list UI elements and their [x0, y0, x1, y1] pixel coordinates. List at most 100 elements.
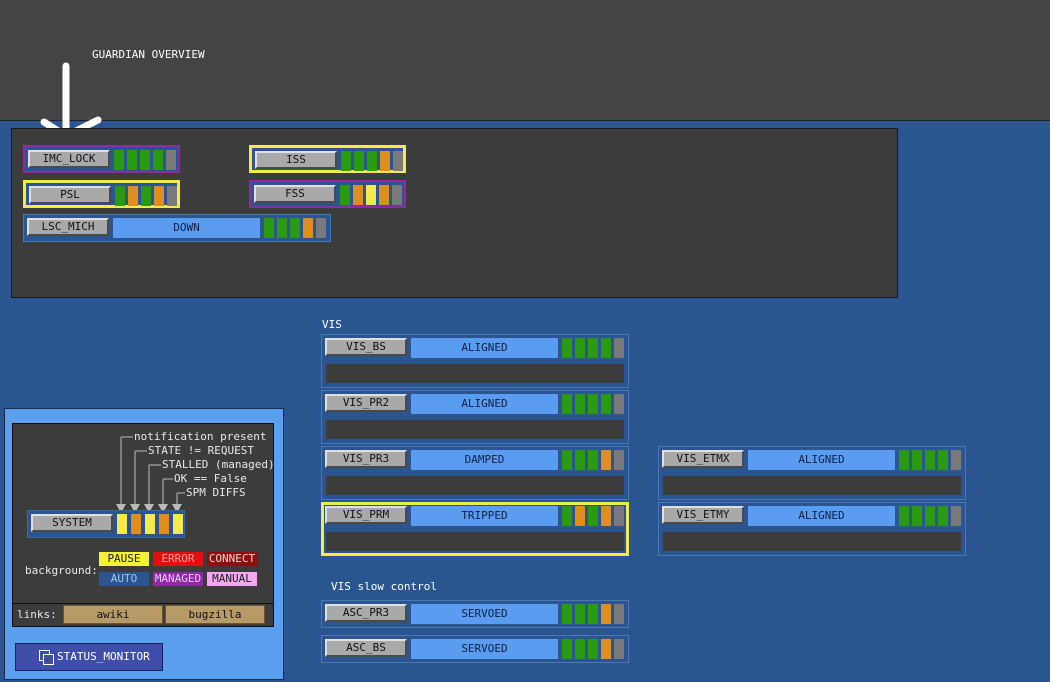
status-indicator	[173, 514, 183, 534]
status-indicator	[588, 604, 598, 624]
node-asc-bs: ASC_BS SERVOED	[321, 635, 629, 663]
status-indicator	[601, 338, 611, 358]
node-button[interactable]: PSL	[29, 186, 111, 204]
background-label: background:	[25, 564, 98, 577]
status-indicator	[614, 604, 624, 624]
status-indicator	[154, 186, 164, 206]
node-button[interactable]: LSC_MICH	[27, 218, 109, 236]
status-indicator	[575, 506, 585, 526]
message-area	[326, 364, 624, 383]
status-indicator	[303, 218, 313, 238]
message-area	[326, 532, 624, 551]
status-indicator	[601, 604, 611, 624]
node-vis-etmy: VIS_ETMY ALIGNED	[658, 502, 966, 556]
status-indicator	[562, 639, 572, 659]
legend-note-state-request: STATE != REQUEST	[148, 444, 254, 457]
bugzilla-link[interactable]: bugzilla	[165, 605, 265, 624]
status-indicator	[588, 639, 598, 659]
state-display: ALIGNED	[411, 394, 558, 414]
legend-note-stalled: STALLED (managed)	[162, 458, 275, 471]
node-button[interactable]: VIS_BS	[325, 338, 407, 356]
status-indicator	[951, 450, 961, 470]
vis-section-label: VIS	[322, 318, 342, 331]
status-indicator	[393, 151, 403, 171]
status-indicator	[938, 450, 948, 470]
status-indicator	[131, 514, 141, 534]
status-indicator	[614, 506, 624, 526]
status-indicator	[588, 450, 598, 470]
status-indicator	[166, 150, 176, 170]
node-imc-lock: IMC_LOCK	[23, 145, 180, 173]
status-indicator	[588, 394, 598, 414]
header-bar: GUARDIAN OVERVIEW	[0, 0, 1050, 121]
node-vis-prm: VIS_PRM TRIPPED	[321, 502, 629, 556]
node-asc-pr3: ASC_PR3 SERVOED	[321, 600, 629, 628]
node-button[interactable]: IMC_LOCK	[28, 150, 110, 168]
status-indicator	[115, 186, 125, 206]
status-monitor-label: STATUS_MONITOR	[57, 650, 150, 663]
status-indicator	[938, 506, 948, 526]
status-indicator	[575, 450, 585, 470]
state-display: DOWN	[113, 218, 260, 238]
status-indicator	[562, 394, 572, 414]
node-button[interactable]: ISS	[255, 151, 337, 169]
status-indicator	[601, 639, 611, 659]
status-indicator	[614, 639, 624, 659]
legend-panel: notification present STATE != REQUEST ST…	[4, 408, 284, 680]
status-indicator	[912, 506, 922, 526]
status-indicator	[588, 506, 598, 526]
system-button[interactable]: SYSTEM	[31, 514, 113, 532]
status-indicator	[562, 604, 572, 624]
node-button[interactable]: VIS_ETMY	[662, 506, 744, 524]
status-indicator	[614, 450, 624, 470]
status-indicator	[392, 185, 402, 205]
status-indicator	[562, 450, 572, 470]
status-indicator	[264, 218, 274, 238]
status-indicator	[925, 450, 935, 470]
status-indicator	[951, 506, 961, 526]
status-monitor-button[interactable]: STATUS_MONITOR	[15, 643, 163, 671]
node-button[interactable]: ASC_PR3	[325, 604, 407, 622]
node-button[interactable]: VIS_PR2	[325, 394, 407, 412]
status-indicator	[128, 186, 138, 206]
node-button[interactable]: FSS	[254, 185, 336, 203]
status-indicator	[316, 218, 326, 238]
page-title: GUARDIAN OVERVIEW	[92, 48, 205, 61]
status-indicator	[899, 450, 909, 470]
legend-note-notification: notification present	[134, 430, 267, 443]
node-button[interactable]: VIS_PRM	[325, 506, 407, 524]
status-indicator	[575, 639, 585, 659]
window-icon	[39, 650, 54, 665]
node-vis-pr3: VIS_PR3 DAMPED	[321, 446, 629, 500]
node-psl: PSL	[23, 180, 180, 208]
links-bar: links: awiki bugzilla	[12, 603, 274, 627]
status-indicator	[145, 514, 155, 534]
message-area	[663, 532, 961, 551]
status-indicator	[277, 218, 287, 238]
chip-auto: AUTO	[99, 572, 149, 586]
status-indicator	[925, 506, 935, 526]
state-display: SERVOED	[411, 639, 558, 659]
node-fss: FSS	[249, 180, 406, 208]
status-indicator	[601, 394, 611, 414]
node-vis-etmx: VIS_ETMX ALIGNED	[658, 446, 966, 500]
state-display: ALIGNED	[411, 338, 558, 358]
chip-managed: MANAGED	[153, 572, 203, 586]
node-vis-pr2: VIS_PR2 ALIGNED	[321, 390, 629, 444]
state-display: ALIGNED	[748, 506, 895, 526]
awiki-link[interactable]: awiki	[63, 605, 163, 624]
legend-note-ok-false: OK == False	[174, 472, 247, 485]
status-indicator	[354, 151, 364, 171]
state-display: TRIPPED	[411, 506, 558, 526]
status-indicator	[601, 506, 611, 526]
node-button[interactable]: VIS_ETMX	[662, 450, 744, 468]
status-indicator	[290, 218, 300, 238]
status-indicator	[141, 186, 151, 206]
status-indicator	[912, 450, 922, 470]
legend-system-node: SYSTEM	[27, 510, 185, 538]
status-indicator	[140, 150, 150, 170]
message-area	[326, 420, 624, 439]
node-button[interactable]: ASC_BS	[325, 639, 407, 657]
links-label: links:	[17, 608, 57, 621]
node-button[interactable]: VIS_PR3	[325, 450, 407, 468]
